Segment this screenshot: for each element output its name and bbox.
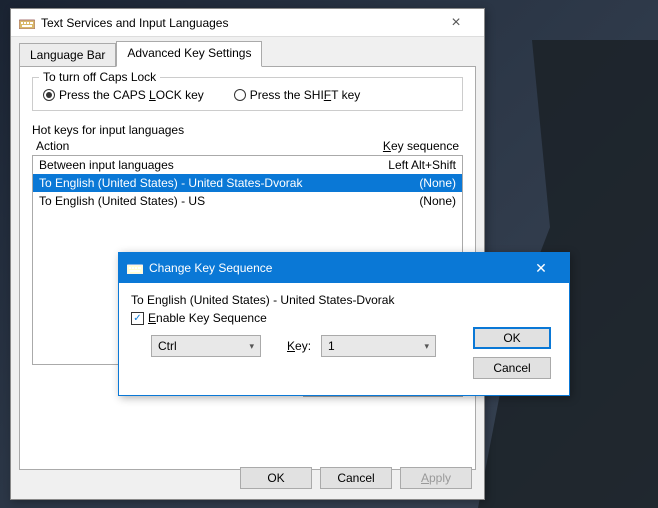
hotkeys-label: Hot keys for input languages [32,123,463,137]
tab-advanced-key-settings[interactable]: Advanced Key Settings [116,41,262,67]
list-item-key: (None) [346,176,456,190]
modal-target-label: To English (United States) - United Stat… [131,293,467,307]
radio-icon [43,89,55,101]
key-combo[interactable]: 1 ▾ [321,335,436,357]
list-item-action: To English (United States) - US [39,194,346,208]
titlebar[interactable]: Text Services and Input Languages × [11,9,484,37]
modal-titlebar[interactable]: Change Key Sequence ✕ [119,253,569,283]
apply-button: Apply [400,467,472,489]
list-item[interactable]: To English (United States) - United Stat… [33,174,462,192]
modal-title: Change Key Sequence [149,261,521,275]
radio-icon [234,89,246,101]
radio-shift[interactable]: Press the SHIFT key [234,88,361,102]
close-icon[interactable]: ✕ [521,260,561,277]
list-item[interactable]: To English (United States) - US (None) [33,192,462,210]
header-action: Action [36,139,339,153]
radio-caps-lock[interactable]: Press the CAPS LOCK key [43,88,204,102]
modifier-value: Ctrl [158,339,177,353]
checkbox-icon: ✓ [131,312,144,325]
change-key-sequence-dialog: Change Key Sequence ✕ To English (United… [118,252,570,396]
chevron-down-icon: ▾ [249,341,254,352]
list-item[interactable]: Between input languages Left Alt+Shift [33,156,462,174]
list-item-key: Left Alt+Shift [346,158,456,172]
cancel-button[interactable]: Cancel [320,467,392,489]
list-header: Action Key sequence [32,139,463,155]
chevron-down-icon: ▾ [425,341,430,352]
modifier-combo[interactable]: Ctrl ▾ [151,335,261,357]
caps-lock-legend: To turn off Caps Lock [39,70,160,84]
key-combo-label: Key: [287,339,311,353]
tab-strip: Language Bar Advanced Key Settings [11,37,484,67]
enable-key-sequence-checkbox[interactable]: ✓ Enable Key Sequence [131,311,467,325]
keyboard-icon [127,260,143,276]
enable-key-sequence-label: Enable Key Sequence [148,311,267,325]
dialog-buttons: OK Cancel Apply [240,467,472,489]
window-title: Text Services and Input Languages [41,16,436,30]
keyboard-icon [19,15,35,31]
ok-button[interactable]: OK [473,327,551,349]
caps-lock-group: To turn off Caps Lock Press the CAPS LOC… [32,77,463,111]
close-icon[interactable]: × [436,14,476,32]
tab-language-bar[interactable]: Language Bar [19,43,116,67]
list-item-action: To English (United States) - United Stat… [39,176,346,190]
list-item-key: (None) [346,194,456,208]
key-value: 1 [328,339,335,353]
list-item-action: Between input languages [39,158,346,172]
radio-caps-lock-label: Press the CAPS LOCK key [59,88,204,102]
header-key-sequence: Key sequence [339,139,459,153]
cancel-button[interactable]: Cancel [473,357,551,379]
ok-button[interactable]: OK [240,467,312,489]
radio-shift-label: Press the SHIFT key [250,88,361,102]
